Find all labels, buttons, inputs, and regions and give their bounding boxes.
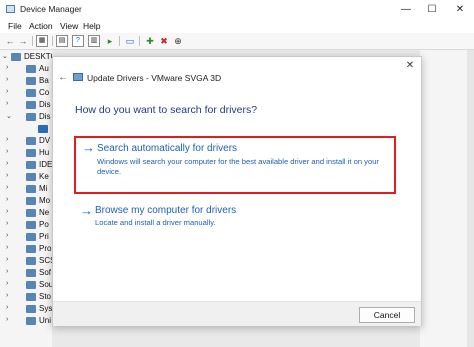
arrow-right-icon: → — [80, 203, 93, 218]
minimize-button[interactable]: — — [394, 0, 418, 19]
title-bar: Device Manager — ☐ ✕ — [0, 0, 474, 20]
add-driver-icon[interactable]: ✚ — [144, 35, 156, 47]
toolbar-separator — [32, 36, 33, 46]
option-title: Browse my computer for drivers — [95, 205, 237, 216]
update-drivers-dialog: ✕ ← Update Drivers - VMware SVGA 3D How … — [52, 56, 422, 326]
maximize-button[interactable]: ☐ — [420, 0, 444, 19]
toolbar: ← → ▦ ▤ ? ▥ ▸ ▭ ✚ ✖ ⊕ — [0, 33, 474, 50]
option-title: Search automatically for drivers — [97, 143, 238, 154]
hardware-icon — [73, 73, 83, 81]
toolbar-separator — [119, 36, 120, 46]
forward-arrow-icon[interactable]: → — [17, 35, 29, 47]
dialog-question: How do you want to search for drivers? — [75, 104, 258, 116]
dialog-footer: Cancel — [53, 301, 421, 326]
menu-help[interactable]: Help — [83, 21, 100, 31]
arrow-right-icon: → — [82, 140, 95, 155]
dialog-close-button[interactable]: ✕ — [402, 59, 418, 73]
back-arrow-icon[interactable]: ← — [58, 72, 68, 83]
uninstall-icon[interactable]: ✖ — [158, 35, 170, 47]
option-description: Locate and install a driver manually. — [95, 218, 216, 227]
menu-file[interactable]: File — [8, 21, 22, 31]
menu-bar: File Action View Help — [0, 19, 474, 33]
search-automatically-option[interactable]: → Search automatically for drivers Windo… — [74, 136, 396, 194]
show-hide-icon[interactable]: ▤ — [56, 35, 68, 47]
back-arrow-icon[interactable]: ← — [4, 35, 16, 47]
dialog-title: Update Drivers - VMware SVGA 3D — [87, 73, 222, 83]
close-button[interactable]: ✕ — [448, 0, 472, 19]
properties-grid-icon[interactable]: ▦ — [36, 35, 48, 47]
monitor-icon[interactable]: ▭ — [124, 35, 136, 47]
update-driver-icon[interactable]: ▸ — [104, 35, 116, 47]
menu-action[interactable]: Action — [29, 21, 53, 31]
cancel-button[interactable]: Cancel — [359, 307, 415, 323]
option-description: Windows will search your computer for th… — [97, 157, 379, 176]
view-icon[interactable]: ▥ — [88, 35, 100, 47]
menu-view[interactable]: View — [60, 21, 78, 31]
toolbar-separator — [52, 36, 53, 46]
window-title: Device Manager — [20, 4, 82, 14]
browse-computer-option[interactable]: → Browse my computer for drivers Locate … — [74, 203, 392, 234]
device-manager-icon — [6, 5, 15, 13]
help-icon[interactable]: ? — [72, 35, 84, 47]
toolbar-separator — [139, 36, 140, 46]
download-icon[interactable]: ⊕ — [172, 35, 184, 47]
device-manager-window: Device Manager — ☐ ✕ File Action View He… — [0, 0, 474, 347]
